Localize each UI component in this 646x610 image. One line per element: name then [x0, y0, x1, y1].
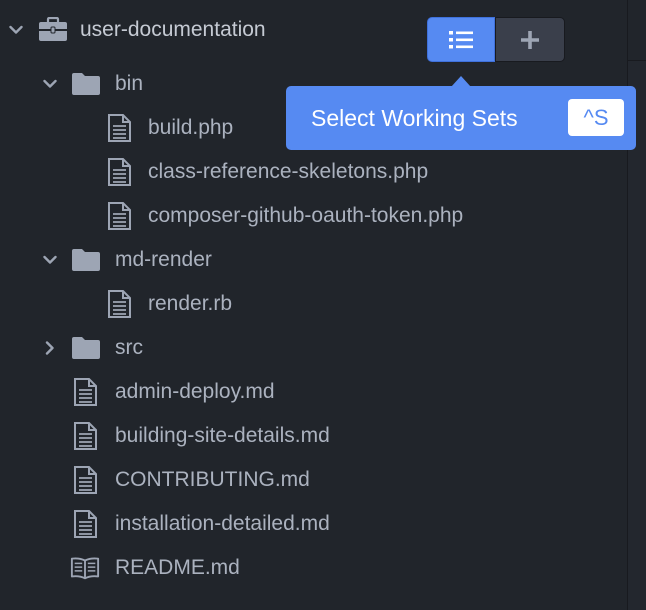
- tree-item-label: bin: [115, 72, 144, 95]
- chevron-down-icon[interactable]: [42, 252, 58, 268]
- tree-item-label: composer-github-oauth-token.php: [148, 204, 464, 227]
- briefcase-icon: [38, 16, 68, 44]
- tree-item-label: CONTRIBUTING.md: [115, 468, 310, 491]
- tree-view-panel: user-documentation bin build.php class-r…: [0, 0, 646, 610]
- keyboard-shortcut-badge: ^S: [568, 99, 624, 136]
- tree-item-label: src: [115, 336, 143, 359]
- file-text-icon: [70, 466, 100, 494]
- tree-item-label: render.rb: [148, 292, 233, 315]
- tree-file-building-site-details-md[interactable]: building-site-details.md: [0, 414, 627, 458]
- tree-item-label: admin-deploy.md: [115, 380, 275, 403]
- folder-icon: [71, 246, 101, 274]
- tree-item-label: md-render: [115, 248, 212, 271]
- file-text-icon: [70, 422, 100, 450]
- tree-file-class-reference-skeletons-php[interactable]: class-reference-skeletons.php: [0, 150, 627, 194]
- chevron-right-icon[interactable]: [42, 340, 58, 356]
- file-text-icon: [70, 510, 100, 538]
- tree-root-label: user-documentation: [80, 18, 266, 41]
- tree-file-render-rb[interactable]: render.rb: [0, 282, 627, 326]
- tree-file-contributing-md[interactable]: CONTRIBUTING.md: [0, 458, 627, 502]
- folder-icon: [71, 334, 101, 362]
- add-working-set-button[interactable]: [495, 17, 565, 62]
- select-working-sets-tooltip: Select Working Sets ^S: [286, 86, 636, 150]
- file-text-icon: [104, 202, 134, 230]
- file-text-icon: [104, 290, 134, 318]
- tree-folder-md-render[interactable]: md-render: [0, 238, 627, 282]
- tree-item-label: README.md: [115, 556, 240, 579]
- tree-item-label: installation-detailed.md: [115, 512, 330, 535]
- folder-icon: [71, 70, 101, 98]
- tree-item-label: class-reference-skeletons.php: [148, 160, 429, 183]
- tree-item-label: building-site-details.md: [115, 424, 330, 447]
- file-text-icon: [70, 378, 100, 406]
- tooltip-text: Select Working Sets: [311, 105, 518, 131]
- tree-file-admin-deploy-md[interactable]: admin-deploy.md: [0, 370, 627, 414]
- tree-file-readme-md[interactable]: README.md: [0, 546, 627, 590]
- tab-bar-edge: [628, 0, 646, 61]
- chevron-down-icon[interactable]: [8, 22, 24, 38]
- chevron-down-icon[interactable]: [42, 76, 58, 92]
- tree-file-composer-github-oauth-token-php[interactable]: composer-github-oauth-token.php: [0, 194, 627, 238]
- plus-icon: [519, 29, 541, 51]
- working-sets-list-button[interactable]: [427, 17, 495, 62]
- tree-folder-src[interactable]: src: [0, 326, 627, 370]
- file-text-icon: [104, 158, 134, 186]
- tree-file-installation-detailed-md[interactable]: installation-detailed.md: [0, 502, 627, 546]
- file-text-icon: [104, 114, 134, 142]
- book-icon: [70, 554, 100, 582]
- tree-item-label: build.php: [148, 116, 234, 139]
- list-icon: [448, 29, 474, 51]
